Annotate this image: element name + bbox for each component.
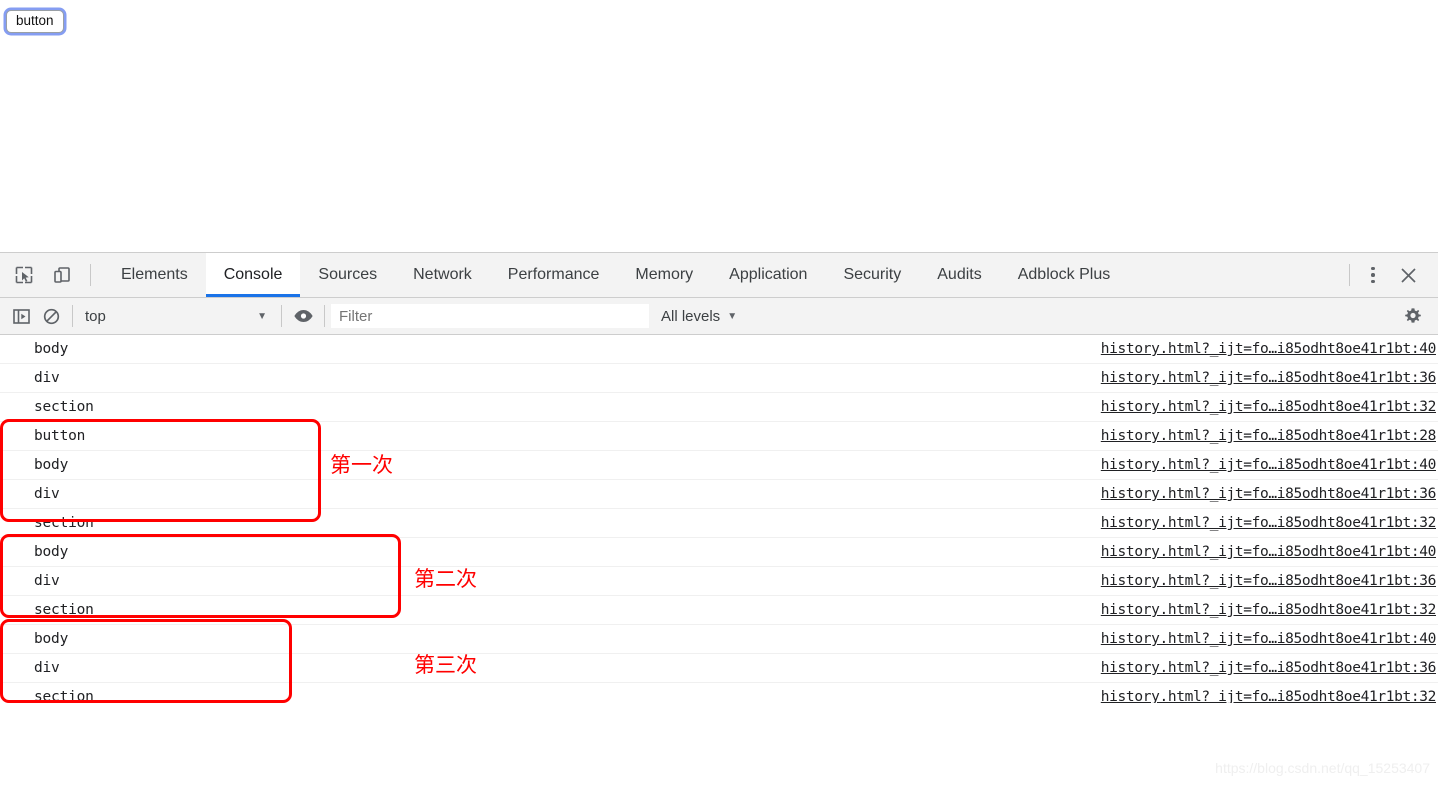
console-message-source-link[interactable]: history.html?_ijt=fo…i85odht8oe41r1bt:36 [1101,573,1437,589]
gear-icon[interactable] [1398,302,1428,330]
log-levels-label: All levels [661,307,721,325]
close-icon[interactable] [1390,258,1426,292]
tab-security-label: Security [843,266,902,283]
console-message-text: body [34,631,69,647]
tab-audits-label: Audits [937,266,982,283]
console-message-row[interactable]: div history.html?_ijt=fo…i85odht8oe41r1bt… [0,480,1438,509]
console-message-text: section [34,602,94,618]
filterbar-divider-3 [324,305,325,327]
tab-console-label: Console [223,266,283,283]
console-message-source-link[interactable]: history.html?_ijt=fo…i85odht8oe41r1bt:32 [1101,515,1437,531]
demo-button[interactable]: button [6,10,64,33]
console-filter-toolbar: top ▼ All levels ▼ [0,298,1438,335]
console-message-text: body [34,457,69,473]
console-message-row[interactable]: section history.html?_ijt=fo…i85odht8oe41… [0,509,1438,538]
toolbar-divider [90,264,91,286]
tab-performance[interactable]: Performance [490,253,618,297]
console-message-text: body [34,544,69,560]
devtools-tab-list: Elements Console Sources Network Perform… [103,253,1343,297]
devtools-tabbar: Elements Console Sources Network Perform… [0,253,1438,298]
console-message-row[interactable]: section history.html?_ijt=fo…i85odht8oe41… [0,393,1438,422]
tab-memory[interactable]: Memory [617,253,711,297]
console-message-source-link[interactable]: history.html?_ijt=fo…i85odht8oe41r1bt:40 [1101,631,1437,647]
console-message-text: section [34,399,94,415]
filterbar-divider-2 [281,305,282,327]
console-message-source-link[interactable]: history.html?_ijt=fo…i85odht8oe41r1bt:28 [1101,428,1437,444]
tab-adblock-plus-label: Adblock Plus [1017,266,1111,283]
console-message-source-link[interactable]: history.html?_ijt=fo…i85odht8oe41r1bt:36 [1101,660,1437,676]
console-message-source-link[interactable]: history.html?_ijt=fo…i85odht8oe41r1bt:32 [1101,399,1437,415]
execution-context-value: top [85,307,106,325]
console-message-text: div [34,660,60,676]
tab-performance-label: Performance [507,266,600,283]
tab-memory-label: Memory [635,266,694,283]
devtools-panel: Elements Console Sources Network Perform… [0,252,1438,786]
tab-console[interactable]: Console [205,253,301,297]
watermark-text: https://blog.csdn.net/qq_15253407 [1215,760,1430,776]
console-sidebar-icon[interactable] [6,302,36,330]
tab-security[interactable]: Security [825,253,919,297]
tab-network[interactable]: Network [395,253,490,297]
tab-application-label: Application [729,266,808,283]
more-options-icon[interactable] [1356,258,1390,292]
console-message-text: div [34,486,60,502]
console-message-text: section [34,515,94,531]
console-message-source-link[interactable]: history.html?_ijt=fo…i85odht8oe41r1bt:40 [1101,341,1437,357]
screenshot-root: button Elements Console Sources Network … [0,0,1438,786]
console-message-text: div [34,370,60,386]
log-levels-select[interactable]: All levels ▼ [661,308,737,325]
devtools-tabbar-right [1343,253,1438,297]
tab-audits[interactable]: Audits [919,253,999,297]
live-expression-eye-icon[interactable] [288,302,318,330]
devtools-tool-icons [0,253,103,297]
tab-elements-label: Elements [121,266,188,283]
console-message-row[interactable]: body history.html?_ijt=fo…i85odht8oe41r1b… [0,335,1438,364]
console-message-source-link[interactable]: history.html?_ijt=fo…i85odht8oe41r1bt:40 [1101,544,1437,560]
console-message-list[interactable]: body history.html?_ijt=fo…i85odht8oe41r1b… [0,335,1438,703]
execution-context-select[interactable]: top ▼ [79,303,275,329]
console-message-source-link[interactable]: history.html?_ijt=fo…i85odht8oe41r1bt:32 [1101,602,1437,618]
tab-network-label: Network [413,266,472,283]
console-message-row[interactable]: div history.html?_ijt=fo…i85odht8oe41r1bt… [0,364,1438,393]
console-message-row[interactable]: body history.html?_ijt=fo…i85odht8oe41r1b… [0,625,1438,654]
tab-adblock-plus[interactable]: Adblock Plus [1000,253,1129,297]
console-message-text: button [34,428,86,444]
console-message-source-link[interactable]: history.html?_ijt=fo…i85odht8oe41r1bt:32 [1101,689,1437,703]
inspect-element-icon[interactable] [8,259,40,291]
console-message-source-link[interactable]: history.html?_ijt=fo…i85odht8oe41r1bt:36 [1101,370,1437,386]
console-message-source-link[interactable]: history.html?_ijt=fo…i85odht8oe41r1bt:40 [1101,457,1437,473]
web-page-viewport: button [0,0,1438,252]
console-message-row[interactable]: div history.html?_ijt=fo…i85odht8oe41r1bt… [0,567,1438,596]
filterbar-divider-1 [72,305,73,327]
console-message-text: section [34,689,94,703]
console-message-source-link[interactable]: history.html?_ijt=fo…i85odht8oe41r1bt:36 [1101,486,1437,502]
device-toolbar-icon[interactable] [46,259,78,291]
console-message-row[interactable]: section history.html?_ijt=fo…i85odht8oe41… [0,683,1438,703]
console-message-row[interactable]: section history.html?_ijt=fo…i85odht8oe41… [0,596,1438,625]
clear-console-icon[interactable] [36,302,66,330]
tabbar-divider [1349,264,1350,286]
tab-sources-label: Sources [318,266,378,283]
tab-elements[interactable]: Elements [103,253,206,297]
console-message-row[interactable]: button history.html?_ijt=fo…i85odht8oe41r… [0,422,1438,451]
chevron-down-icon: ▼ [727,310,738,322]
filter-input[interactable] [331,304,649,328]
tab-application[interactable]: Application [711,253,825,297]
console-message-row[interactable]: body history.html?_ijt=fo…i85odht8oe41r1b… [0,451,1438,480]
console-message-row[interactable]: div history.html?_ijt=fo…i85odht8oe41r1bt… [0,654,1438,683]
console-message-text: body [34,341,69,357]
chevron-down-icon: ▼ [257,310,267,322]
console-message-row[interactable]: body history.html?_ijt=fo…i85odht8oe41r1b… [0,538,1438,567]
console-message-text: div [34,573,60,589]
tab-sources[interactable]: Sources [300,253,395,297]
